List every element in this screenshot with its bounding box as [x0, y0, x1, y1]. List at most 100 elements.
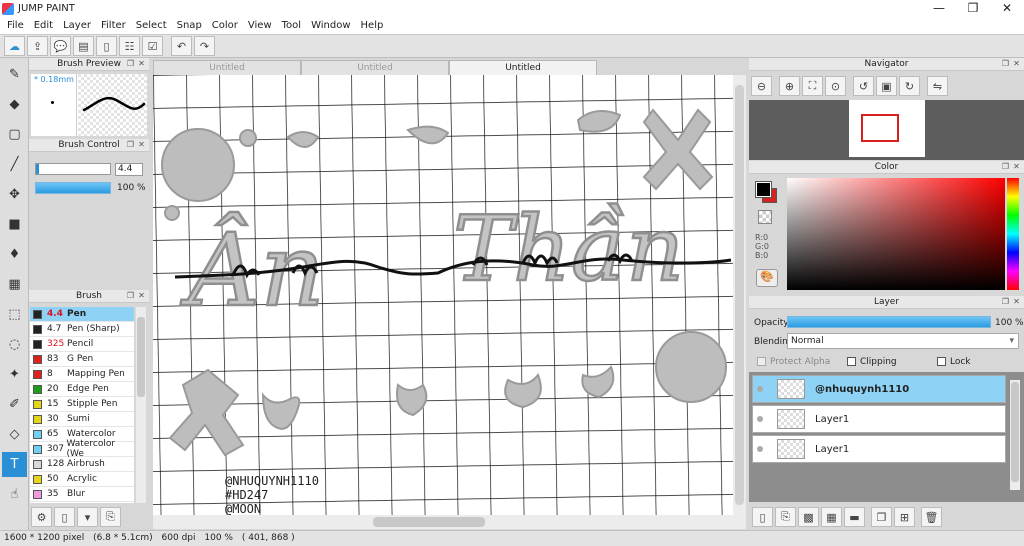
- brush-item[interactable]: 50 Acrylic: [30, 472, 134, 487]
- new-layer-from-icon[interactable]: ⎘: [775, 507, 796, 527]
- brush-icon[interactable]: ✎: [2, 62, 27, 87]
- color-saturation-field[interactable]: [787, 178, 1005, 290]
- canvas-horizontal-scrollbar[interactable]: [153, 515, 746, 529]
- new-raster-layer-icon[interactable]: ▦: [821, 507, 842, 527]
- close-panel-icon[interactable]: ✕: [1012, 297, 1021, 306]
- delete-layer-icon[interactable]: 🗑: [921, 507, 942, 527]
- select-eraser-icon[interactable]: ◇: [2, 422, 27, 447]
- close-panel-icon[interactable]: ✕: [137, 140, 146, 149]
- float-panel-icon[interactable]: ❐: [126, 59, 135, 68]
- menu-select[interactable]: Select: [131, 20, 172, 31]
- palette-icon[interactable]: 🎨: [756, 269, 778, 287]
- move-icon[interactable]: ✥: [2, 182, 27, 207]
- rectangle-select-icon[interactable]: ▢: [2, 122, 27, 147]
- brush-item[interactable]: 35 Blur: [30, 487, 134, 502]
- layer-list-scrollbar[interactable]: [1010, 380, 1020, 490]
- brush-item[interactable]: 4.7 Pen (Sharp): [30, 322, 134, 337]
- menu-help[interactable]: Help: [356, 20, 389, 31]
- tab-untitled-3[interactable]: Untitled: [449, 60, 597, 75]
- rotate-left-icon[interactable]: ↺: [853, 76, 874, 96]
- navigator-preview-area[interactable]: [749, 100, 1024, 160]
- clipping-checkbox[interactable]: [847, 357, 856, 366]
- select-pen-icon[interactable]: ✐: [2, 392, 27, 417]
- reset-view-icon[interactable]: ▣: [876, 76, 897, 96]
- gradient-icon[interactable]: ▦: [2, 272, 27, 297]
- close-panel-icon[interactable]: ✕: [1012, 59, 1021, 68]
- cloud-check-icon[interactable]: ☁: [4, 36, 25, 56]
- brush-item[interactable]: 20 Edge Pen: [30, 382, 134, 397]
- lasso-icon[interactable]: ◌: [2, 332, 27, 357]
- brush-item[interactable]: 83 G Pen: [30, 352, 134, 367]
- fill-rect-icon[interactable]: ■: [2, 212, 27, 237]
- menu-window[interactable]: Window: [306, 20, 355, 31]
- close-panel-icon[interactable]: ✕: [1012, 162, 1021, 171]
- navigator-viewport[interactable]: [861, 114, 899, 142]
- float-panel-icon[interactable]: ❐: [1001, 297, 1010, 306]
- tab-untitled-2[interactable]: Untitled: [301, 60, 449, 75]
- brush-size-input[interactable]: 4.4: [115, 163, 143, 176]
- page-icon[interactable]: ▯: [96, 36, 117, 56]
- scroll-thumb[interactable]: [137, 317, 145, 397]
- fit-screen-icon[interactable]: ⛶: [802, 76, 823, 96]
- select-rect-icon[interactable]: ⬚: [2, 302, 27, 327]
- brush-export-icon[interactable]: ⎘: [100, 507, 121, 527]
- speech-bubble-icon[interactable]: 💬: [50, 36, 71, 56]
- new-halftone-layer-icon[interactable]: ▩: [798, 507, 819, 527]
- float-panel-icon[interactable]: ❐: [1001, 59, 1010, 68]
- brush-item[interactable]: 8 Mapping Pen: [30, 367, 134, 382]
- rotate-right-icon[interactable]: ↻: [899, 76, 920, 96]
- blending-select[interactable]: Normal ▾: [787, 333, 1019, 349]
- drawing-canvas[interactable]: Ân Thần @NHUQUYNH1110 #HD247 @MOON: [153, 75, 733, 515]
- brush-size-slider[interactable]: [35, 163, 111, 175]
- export-icon[interactable]: ⇪: [27, 36, 48, 56]
- menu-filter[interactable]: Filter: [96, 20, 131, 31]
- brush-list-scrollbar[interactable]: [136, 307, 146, 503]
- menu-tool[interactable]: Tool: [277, 20, 306, 31]
- close-panel-icon[interactable]: ✕: [137, 291, 146, 300]
- brush-item[interactable]: 15 Stipple Pen: [30, 397, 134, 412]
- hand-icon[interactable]: ☝: [2, 482, 27, 507]
- maximize-button[interactable]: ❐: [956, 0, 990, 17]
- tab-untitled-1[interactable]: Untitled: [153, 60, 301, 75]
- brush-item[interactable]: 30 Sumi: [30, 412, 134, 427]
- menu-snap[interactable]: Snap: [172, 20, 207, 31]
- layer-row[interactable]: Layer1: [752, 405, 1006, 433]
- redo-icon[interactable]: ↷: [194, 36, 215, 56]
- brush-item[interactable]: 128 Airbrush: [30, 457, 134, 472]
- brush-opacity-slider[interactable]: [35, 182, 111, 194]
- layer-row[interactable]: @nhuquynh1110: [752, 375, 1006, 403]
- layer-opacity-slider[interactable]: [787, 316, 991, 328]
- undo-icon[interactable]: ↶: [171, 36, 192, 56]
- canvas-vertical-scrollbar[interactable]: [733, 75, 746, 515]
- checklist-icon[interactable]: ☑: [142, 36, 163, 56]
- brush-item[interactable]: 307 Watercolor (We: [30, 439, 134, 459]
- comment-icon[interactable]: ▤: [73, 36, 94, 56]
- new-layer-icon[interactable]: ▯: [752, 507, 773, 527]
- transparent-color-swatch[interactable]: [758, 210, 772, 224]
- flip-icon[interactable]: ⇋: [927, 76, 948, 96]
- protect-alpha-checkbox[interactable]: [757, 357, 766, 366]
- minimize-button[interactable]: —: [922, 0, 956, 17]
- brush-menu-icon[interactable]: ▾: [77, 507, 98, 527]
- visibility-icon[interactable]: [757, 446, 763, 452]
- zoom-actual-icon[interactable]: ⊙: [825, 76, 846, 96]
- close-panel-icon[interactable]: ✕: [137, 59, 146, 68]
- menu-layer[interactable]: Layer: [58, 20, 96, 31]
- new-brush-icon[interactable]: ▯: [54, 507, 75, 527]
- lock-checkbox[interactable]: [937, 357, 946, 366]
- scroll-thumb[interactable]: [735, 85, 744, 505]
- list-settings-icon[interactable]: ☷: [119, 36, 140, 56]
- foreground-color-swatch[interactable]: [755, 181, 772, 198]
- new-folder-icon[interactable]: ▬: [844, 507, 865, 527]
- zoom-out-icon[interactable]: ⊖: [751, 76, 772, 96]
- float-panel-icon[interactable]: ❐: [126, 140, 135, 149]
- menu-view[interactable]: View: [243, 20, 277, 31]
- eraser-icon[interactable]: ◆: [2, 92, 27, 117]
- bucket-icon[interactable]: ♦: [2, 242, 27, 267]
- zoom-in-icon[interactable]: ⊕: [779, 76, 800, 96]
- line-icon[interactable]: ╱: [2, 152, 27, 177]
- layer-row[interactable]: Layer1: [752, 435, 1006, 463]
- menu-file[interactable]: File: [2, 20, 29, 31]
- float-panel-icon[interactable]: ❐: [126, 291, 135, 300]
- brush-item[interactable]: 325 Pencil: [30, 337, 134, 352]
